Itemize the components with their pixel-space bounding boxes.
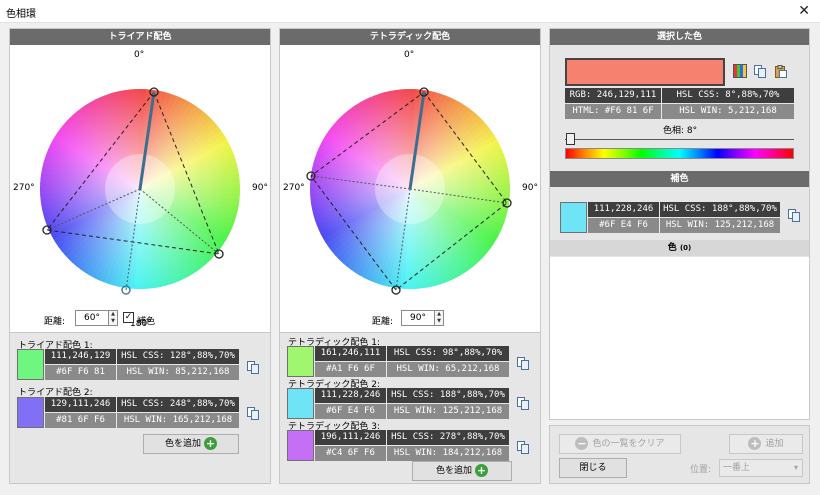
tetrad-distance-spinner[interactable]: 90° ▲ ▼ [401, 310, 444, 326]
complement-swatch [560, 202, 587, 233]
clear-list-button[interactable]: − 色の一覧をクリア [559, 434, 681, 454]
triad-add-color-label: 色を追加 [164, 439, 201, 449]
triad-distance-input[interactable]: 60° [75, 310, 109, 326]
tetrad-color-3-rgb: 196,111,246 [315, 430, 386, 445]
copy-icon[interactable] [517, 397, 529, 410]
color-picker-icon[interactable] [733, 64, 747, 78]
paste-icon[interactable] [775, 65, 787, 78]
plus-icon: + [475, 464, 488, 477]
tetrad-color-2-rgb: 111,228,246 [315, 388, 386, 403]
tetrad-color-1-hsl-win: HSL WIN: 65,212,168 [387, 362, 509, 377]
selected-hsl-css: HSL CSS: 8°,88%,70% [662, 88, 794, 103]
triad-color-2-swatch [17, 397, 44, 428]
hue-slider-track[interactable] [565, 139, 794, 140]
triad-color-2-hsl-css: HSL CSS: 248°,88%,70% [117, 397, 239, 412]
copy-icon[interactable] [247, 407, 259, 420]
triad-distance-label: 距離: [44, 317, 66, 327]
plus-icon: + [204, 437, 217, 450]
selected-color-panel: 選択した色 RGB: 246,129,111 HSL CSS: 8°,88%,7… [549, 28, 810, 420]
tetrad-color-3-hsl-win: HSL WIN: 184,212,168 [387, 446, 509, 461]
triad-color-1-hsl-css: HSL CSS: 128°,88%,70% [117, 349, 239, 364]
hue-spectrum-bar[interactable] [565, 148, 794, 159]
complement-checkbox-label: 補色 [137, 317, 156, 327]
selected-color-header: 選択した色 [550, 29, 809, 45]
tetrad-color-1-hex: #A1 F6 6F [315, 362, 386, 377]
deg-0-label: 0° [404, 50, 415, 60]
copy-icon[interactable] [788, 209, 800, 222]
complement-rgb: 111,228,246 [588, 202, 659, 217]
triad-color-1-hsl-win: HSL WIN: 85,212,168 [117, 365, 239, 380]
clear-list-label: 色の一覧をクリア [592, 439, 665, 449]
triad-color-2-rgb: 129,111,246 [45, 397, 116, 412]
tetrad-panel: テトラディック配色 0° 90° 180° 270° 距 [279, 28, 541, 484]
complement-hsl-win: HSL WIN: 125,212,168 [660, 218, 780, 233]
triad-color-1-rgb: 111,246,129 [45, 349, 116, 364]
deg-270-label: 270° [283, 183, 305, 193]
tetrad-header: テトラディック配色 [280, 29, 540, 45]
tetrad-wheel-area: 0° 90° 180° 270° [280, 45, 540, 333]
chevron-down-icon: ▾ [793, 463, 798, 472]
spin-arrows-icon[interactable]: ▲ ▼ [435, 310, 444, 326]
tetrad-color-2-hex: #6F E4 F6 [315, 404, 386, 419]
selected-color-swatch [565, 58, 725, 86]
triad-wheel-area: 0° 90° 180° 270° [10, 45, 270, 333]
deg-90-label: 90° [252, 183, 268, 193]
selected-hsl-win: HSL WIN: 5,212,168 [662, 104, 794, 119]
hue-slider-thumb[interactable] [566, 133, 576, 145]
complement-hsl-css: HSL CSS: 188°,88%,70% [660, 202, 780, 217]
tetrad-distance-label: 距離: [372, 317, 394, 327]
tetrad-color-1-rgb: 161,246,111 [315, 346, 386, 361]
complement-checkbox[interactable]: ✓ [123, 312, 134, 323]
tetrad-color-1-swatch [287, 346, 314, 377]
triad-header: トライアド配色 [10, 29, 270, 45]
triad-color-2-hex: #81 6F F6 [45, 413, 116, 428]
copy-icon[interactable] [517, 441, 529, 454]
tetrad-color-wheel[interactable] [280, 45, 540, 333]
tetrad-add-color-button[interactable]: 色を追加 + [412, 461, 512, 481]
tetrad-color-1-hsl-css: HSL CSS: 98°,88%,70% [387, 346, 509, 361]
close-button[interactable]: 閉じる [559, 458, 627, 478]
triad-distance-spinner[interactable]: 60° ▲ ▼ [75, 310, 118, 326]
triad-add-color-button[interactable]: 色を追加 + [143, 434, 239, 454]
tetrad-color-3-hex: #C4 6F F6 [315, 446, 386, 461]
triad-color-2-hsl-win: HSL WIN: 165,212,168 [117, 413, 239, 428]
triad-color-1-hex: #6F F6 81 [45, 365, 116, 380]
close-icon[interactable]: ✕ [798, 3, 810, 19]
copy-icon[interactable] [517, 357, 529, 370]
complement-hex: #6F E4 F6 [588, 218, 659, 233]
plus-icon: + [748, 437, 762, 450]
tetrad-add-color-label: 色を追加 [435, 466, 472, 476]
position-label: 位置: [690, 465, 712, 475]
color-list-count: (0) [679, 244, 692, 252]
selected-rgb: RGB: 246,129,111 [565, 88, 661, 103]
color-list-header: 色 (0) [550, 240, 809, 256]
hue-label: 色相: 8° [663, 126, 698, 136]
position-select[interactable]: 一番上 ▾ [719, 459, 803, 477]
copy-icon[interactable] [247, 361, 259, 374]
tetrad-color-2-hsl-win: HSL WIN: 125,212,168 [387, 404, 509, 419]
triad-color-wheel[interactable] [10, 45, 270, 333]
color-list-title: 色 [667, 243, 677, 253]
tetrad-color-2-swatch [287, 388, 314, 419]
spin-arrows-icon[interactable]: ▲ ▼ [109, 310, 118, 326]
tetrad-color-3-hsl-css: HSL CSS: 278°,88%,70% [387, 430, 509, 445]
complement-header: 補色 [550, 171, 809, 187]
title-bar: 色相環 ✕ [0, 0, 820, 23]
selected-html: HTML: #F6 81 6F [565, 104, 661, 119]
tetrad-color-2-hsl-css: HSL CSS: 188°,88%,70% [387, 388, 509, 403]
deg-90-label: 90° [522, 183, 538, 193]
color-list[interactable] [550, 257, 809, 419]
add-button[interactable]: + 追加 [729, 434, 803, 454]
window-title: 色相環 [6, 9, 36, 20]
deg-270-label: 270° [13, 183, 35, 193]
triad-panel: トライアド配色 0° 90° 180° 270° 距離: 60° ▲ ▼ ✓ 補… [9, 28, 271, 484]
deg-0-label: 0° [134, 50, 145, 60]
position-value: 一番上 [723, 463, 751, 473]
tetrad-color-3-swatch [287, 430, 314, 461]
triad-color-1-swatch [17, 349, 44, 380]
copy-icon[interactable] [754, 65, 766, 78]
tetrad-distance-input[interactable]: 90° [401, 310, 435, 326]
minus-icon: − [575, 437, 589, 450]
add-label: 追加 [765, 439, 784, 449]
